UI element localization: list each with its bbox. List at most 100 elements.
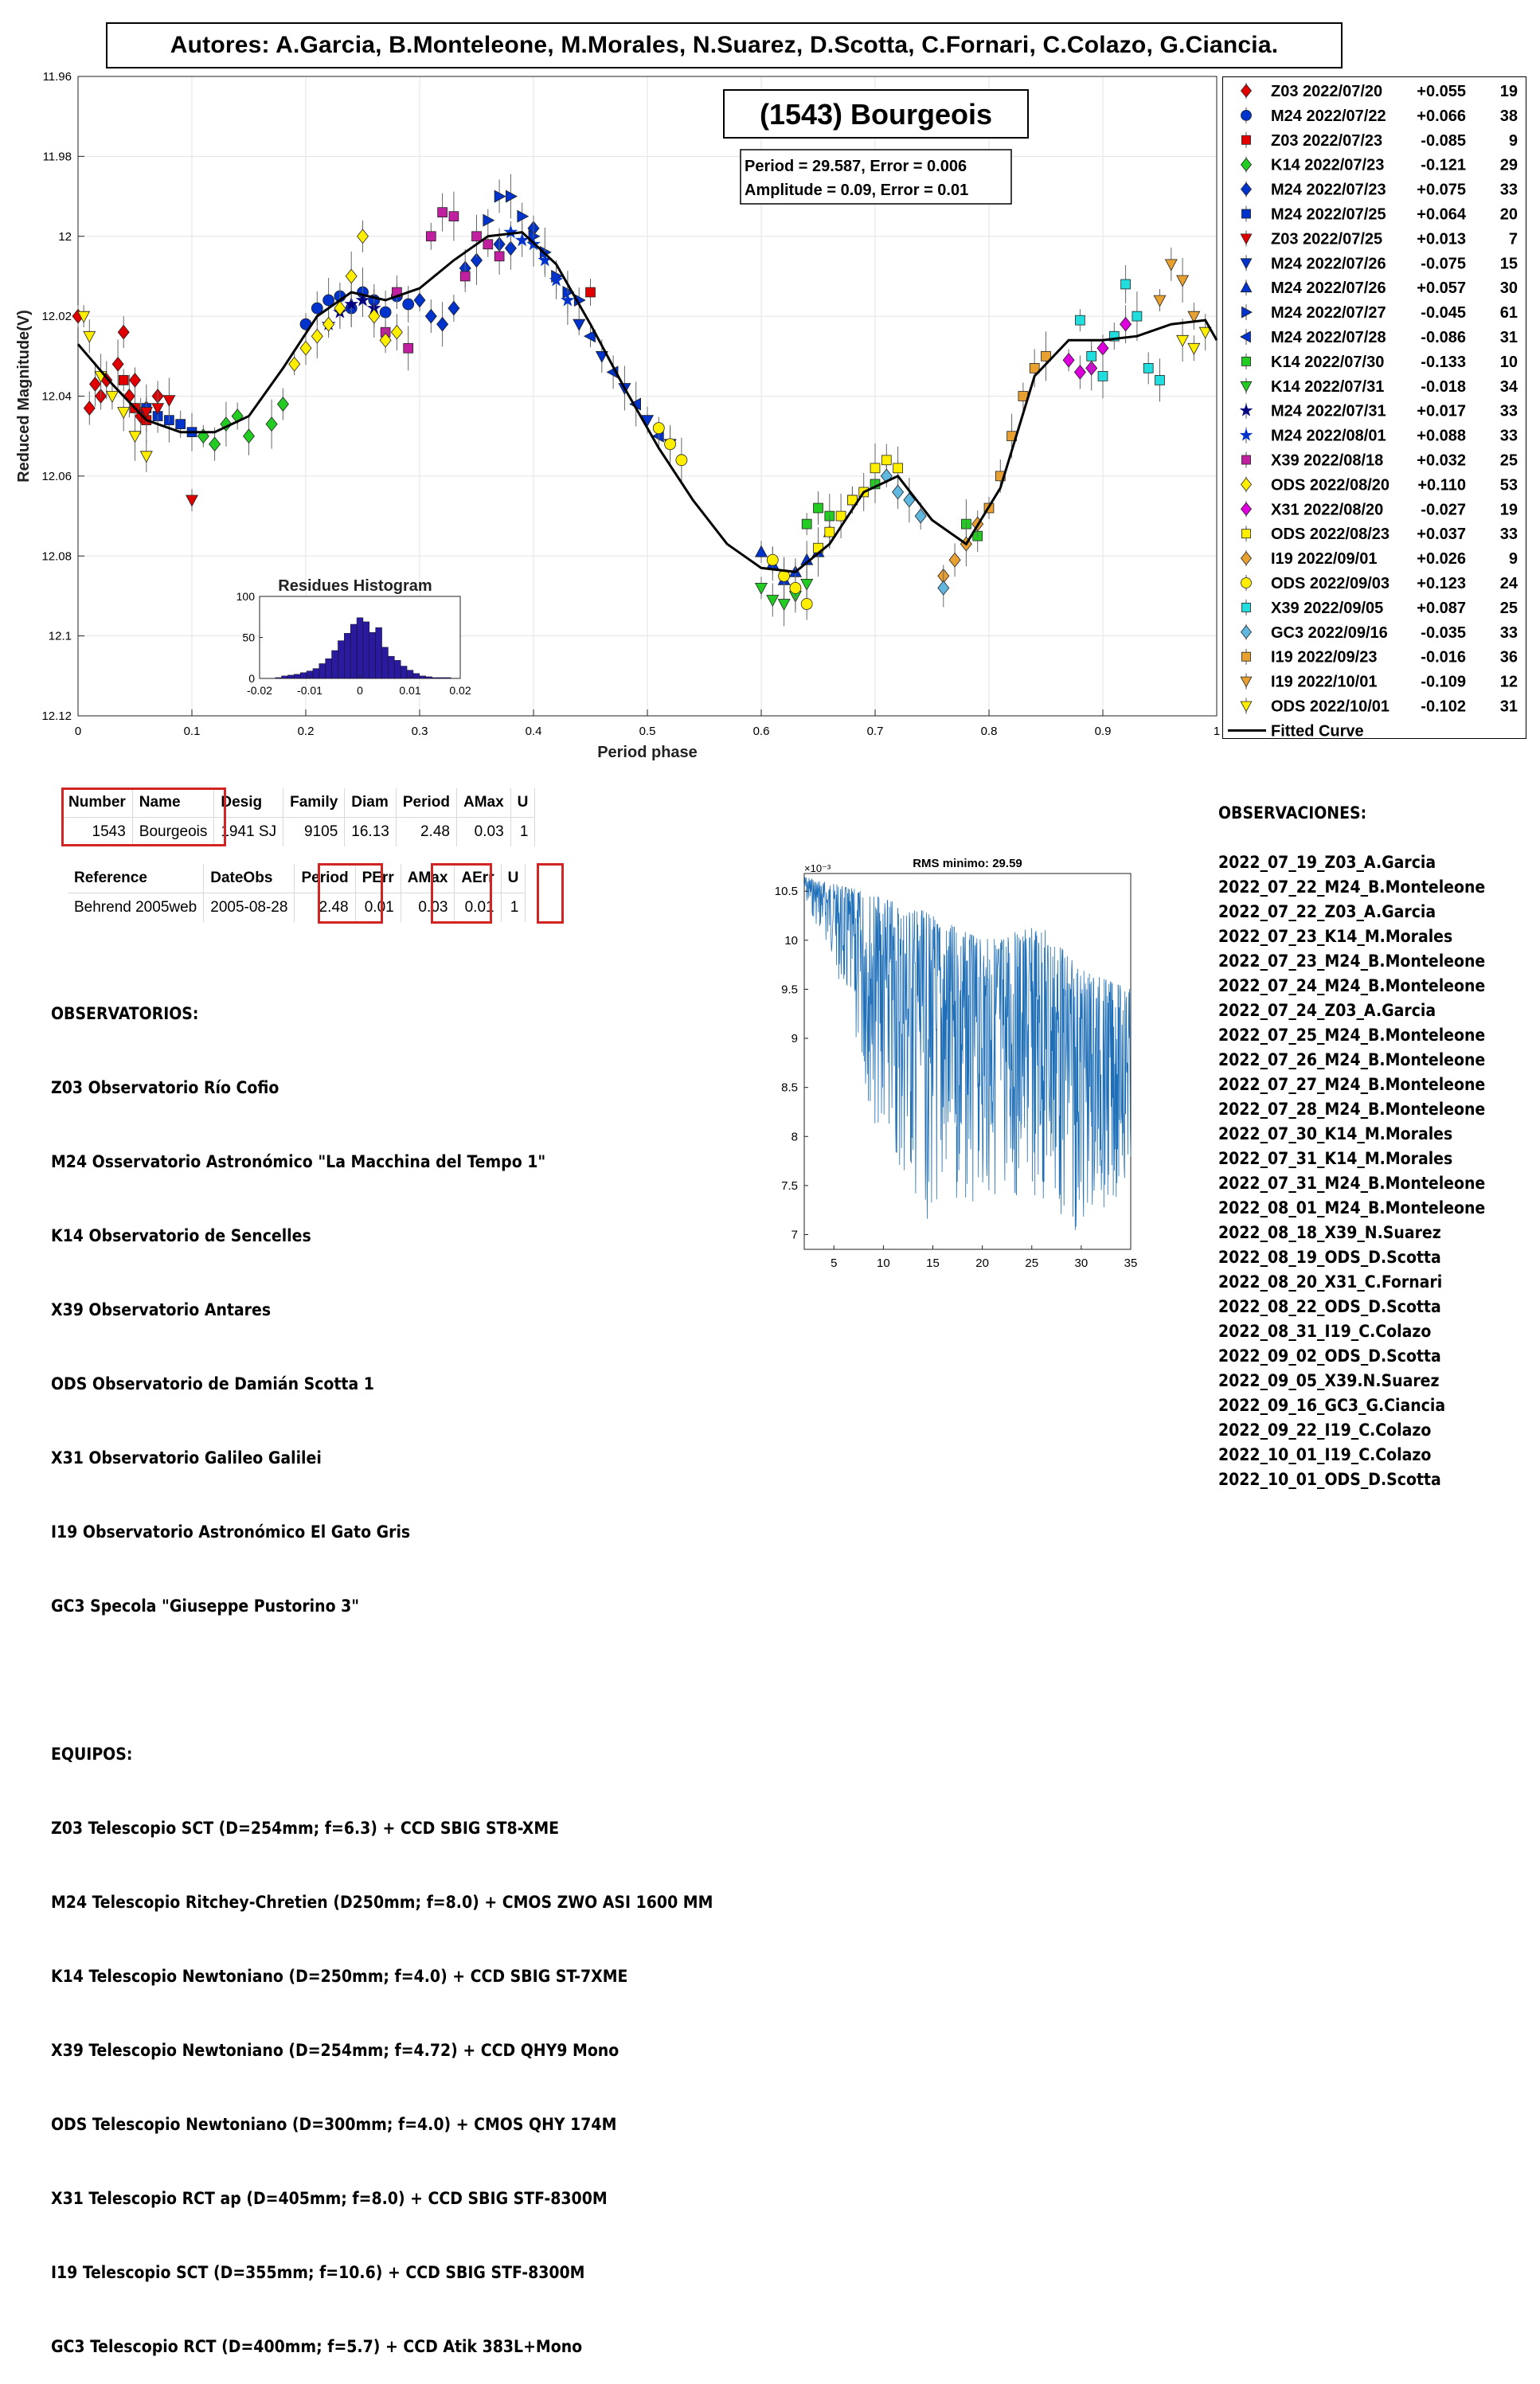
table-cell: 16.13 (344, 817, 397, 846)
data-point (893, 463, 903, 474)
observatorio-item: K14 Observatorio de Sencelles (51, 1226, 311, 1245)
y-tick-label: 12.08 (41, 549, 72, 563)
observacion-item: 2022_08_31_I19_C.Colazo (1218, 1322, 1432, 1341)
column-header: Diam (344, 788, 397, 818)
data-point (801, 518, 812, 530)
x-tick-label: 0.9 (1095, 725, 1112, 738)
legend-offset: +0.064 (1417, 206, 1467, 224)
legend-count: 33 (1500, 428, 1518, 445)
legend-marker (1240, 381, 1253, 393)
observaciones-block: OBSERVACIONES: 2022_07_19_Z03_A.Garcia 20… (1218, 752, 1485, 1492)
data-point (379, 306, 392, 319)
y-tick-label: 12 (58, 230, 72, 244)
table-cell: 2005-08-28 (203, 893, 295, 922)
observacion-item: 2022_07_19_Z03_A.Garcia (1218, 853, 1436, 872)
x-tick-label: 0.8 (981, 725, 998, 738)
histogram-bar (369, 632, 376, 679)
equipo-item: Z03 Telescopio SCT (D=254mm; f=6.3) + CC… (51, 1819, 560, 1838)
y-tick-label: 11.96 (43, 70, 72, 84)
rms-y-tick-label: 7 (791, 1229, 798, 1242)
legend-offset: -0.018 (1421, 378, 1466, 396)
column-header: AMax (456, 788, 511, 818)
observacion-item: 2022_09_16_GC3_G.Ciancia (1218, 1396, 1446, 1415)
legend-marker (1240, 625, 1253, 639)
data-point (483, 239, 494, 250)
rms-x-tick-label: 35 (1124, 1256, 1138, 1270)
data-point (425, 231, 436, 242)
observatorios-title: OBSERVATORIOS: (51, 1004, 199, 1023)
legend-count: 12 (1500, 674, 1518, 691)
table-cell: 0.03 (456, 817, 511, 846)
legend-count: 19 (1500, 501, 1518, 518)
legend-offset: +0.066 (1417, 107, 1466, 125)
legend-marker (1241, 529, 1251, 539)
legend-marker (1240, 701, 1253, 713)
histogram-bar (331, 650, 338, 679)
legend-marker (1241, 110, 1252, 121)
legend-offset: +0.037 (1417, 526, 1466, 543)
legend-count: 25 (1500, 452, 1518, 470)
legend-offset: -0.086 (1421, 329, 1466, 346)
data-point (800, 598, 813, 610)
data-point (494, 251, 505, 262)
histogram-x-tick-label: 0.02 (449, 684, 471, 697)
legend-offset: -0.133 (1421, 354, 1466, 371)
histogram-bar (356, 617, 364, 679)
histogram-bar (381, 647, 389, 679)
highlight-period (318, 863, 383, 924)
data-point (664, 438, 676, 451)
legend-offset: -0.121 (1421, 157, 1466, 174)
legend-count: 38 (1500, 107, 1518, 125)
x-tick-label: 0.1 (184, 725, 201, 738)
x-axis-label: Period phase (597, 744, 698, 761)
y-axis-label: Reduced Magnitude(V) (15, 310, 33, 483)
legend-marker (1241, 455, 1251, 465)
legend-count: 61 (1500, 304, 1518, 322)
legend-label: M24 2022/07/26 (1271, 255, 1386, 272)
histogram-title: Residues Histogram (278, 577, 432, 595)
x-tick-label: 0.5 (639, 725, 656, 738)
legend-label: M24 2022/08/01 (1271, 428, 1386, 445)
observacion-item: 2022_07_26_M24_B.Monteleone (1218, 1050, 1486, 1069)
data-point (789, 582, 802, 594)
legend-offset: +0.026 (1417, 550, 1466, 568)
legend-count: 9 (1509, 550, 1518, 568)
data-point (1120, 279, 1131, 290)
observacion-item: 2022_07_24_Z03_A.Garcia (1218, 1001, 1436, 1020)
x-tick-label: 0.7 (867, 725, 884, 738)
observatorio-item: X31 Observatorio Galileo Galilei (51, 1448, 322, 1468)
legend-offset: -0.035 (1421, 624, 1466, 642)
legend-label: M24 2022/07/27 (1271, 304, 1386, 322)
histogram-bar (362, 621, 370, 679)
observacion-item: 2022_08_19_ODS_D.Scotta (1218, 1248, 1441, 1267)
legend-marker (1241, 356, 1251, 366)
legend-count: 29 (1500, 157, 1518, 174)
histogram-bar (425, 676, 432, 679)
legend-label: X39 2022/09/05 (1271, 600, 1383, 617)
legend-count: 10 (1500, 354, 1518, 371)
histogram-bar (388, 655, 395, 679)
observacion-item: 2022_09_02_ODS_D.Scotta (1218, 1346, 1441, 1366)
observatorio-item: X39 Observatorio Antares (51, 1300, 272, 1319)
legend-label: Z03 2022/07/25 (1271, 230, 1382, 248)
histogram-bar (299, 672, 307, 679)
histogram-y-tick-label: 50 (242, 631, 255, 644)
legend-offset: +0.088 (1417, 428, 1466, 445)
equipo-item: K14 Telescopio Newtoniano (D=250mm; f=4.… (51, 1967, 628, 1986)
legend-count: 36 (1500, 649, 1518, 666)
highlight-amax (431, 863, 492, 924)
data-point (1143, 363, 1154, 373)
data-point (870, 463, 881, 474)
legend-count: 53 (1500, 476, 1518, 494)
observacion-item: 2022_07_30_K14_M.Morales (1218, 1124, 1453, 1143)
rms-y-tick-label: 8 (791, 1130, 798, 1143)
legend-fitted-label: Fitted Curve (1271, 722, 1364, 738)
legend-marker (1241, 135, 1251, 145)
rms-x-tick-label: 5 (831, 1256, 837, 1270)
legend-offset: -0.109 (1421, 674, 1466, 691)
observacion-item: 2022_07_22_M24_B.Monteleone (1218, 877, 1486, 897)
y-tick-label: 12.02 (41, 310, 72, 323)
legend-count: 24 (1500, 575, 1519, 592)
legend-offset: -0.085 (1421, 132, 1466, 150)
table-cell: 1 (510, 817, 536, 846)
